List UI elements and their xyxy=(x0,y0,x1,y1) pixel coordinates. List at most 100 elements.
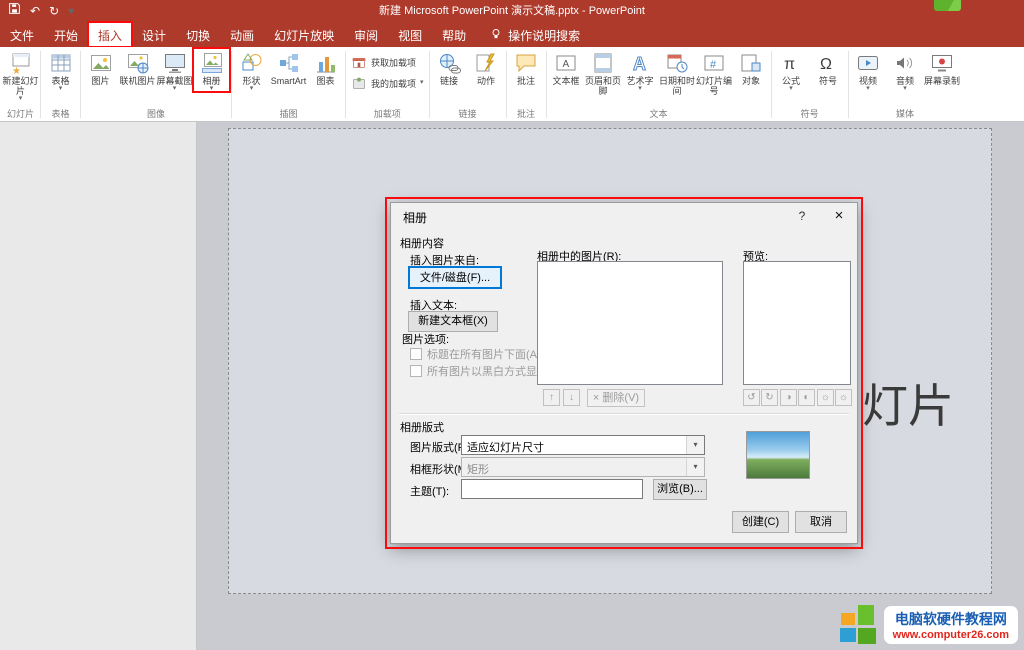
ribbon-group-slides: ★ 新建幻灯片 ▾ 幻灯片 xyxy=(2,48,39,121)
tab-insert[interactable]: 插入 xyxy=(88,22,132,47)
chart-icon xyxy=(314,51,338,75)
link-button[interactable]: 链接 xyxy=(431,48,468,86)
tab-animations[interactable]: 动画 xyxy=(220,22,264,47)
group-separator xyxy=(506,51,507,118)
table-button[interactable]: 表格 ▾ xyxy=(42,48,79,92)
my-addins-icon xyxy=(351,75,367,91)
remove-picture-button[interactable]: × 删除(V) xyxy=(587,389,645,407)
comment-button[interactable]: 批注 xyxy=(508,48,545,86)
link-icon xyxy=(437,51,461,75)
move-down-button[interactable]: ↓ xyxy=(563,389,580,406)
slide-placeholder-partial-text: 灯片 xyxy=(862,370,954,436)
ribbon-group-comments: 批注 批注 xyxy=(508,48,545,121)
album-pictures-listbox[interactable] xyxy=(537,261,723,385)
wordart-icon: A xyxy=(628,51,652,75)
shapes-button[interactable]: 形状 ▾ xyxy=(233,48,270,92)
smartart-icon xyxy=(277,51,301,75)
dialog-close-button[interactable]: × xyxy=(823,203,855,229)
dialog-title: 相册 xyxy=(403,209,427,226)
contrast-down-button[interactable]: ◐ xyxy=(798,389,815,406)
svg-text:A: A xyxy=(633,54,646,74)
equation-button[interactable]: π 公式 ▾ xyxy=(773,48,810,92)
tab-review[interactable]: 审阅 xyxy=(344,22,388,47)
picture-layout-combo[interactable]: 适应幻灯片尺寸 ▾ xyxy=(461,435,705,455)
move-up-button[interactable]: ↑ xyxy=(543,389,560,406)
new-slide-icon: ★ xyxy=(9,51,33,75)
svg-text:★: ★ xyxy=(12,66,21,75)
theme-input[interactable] xyxy=(461,479,643,499)
get-addins-button[interactable]: 获取加载项 xyxy=(351,54,416,70)
video-button[interactable]: 视频 ▾ xyxy=(850,48,887,92)
tab-slideshow[interactable]: 幻灯片放映 xyxy=(264,22,344,47)
tab-file[interactable]: 文件 xyxy=(0,22,44,47)
textbox-button[interactable]: A 文本框 xyxy=(548,48,585,86)
search-label: 操作说明搜索 xyxy=(508,27,580,44)
chevron-down-icon: ▾ xyxy=(686,436,704,454)
video-icon xyxy=(856,51,880,75)
smartart-button[interactable]: SmartArt xyxy=(270,48,307,86)
tab-view[interactable]: 视图 xyxy=(388,22,432,47)
rotate-left-button[interactable]: ↺ xyxy=(743,389,760,406)
svg-text:Ω: Ω xyxy=(820,56,832,73)
cancel-button[interactable]: 取消 xyxy=(795,511,847,533)
screen-recording-button[interactable]: 屏幕录制 xyxy=(924,48,961,86)
chevron-down-icon: ▾ xyxy=(789,86,793,92)
new-textbox-button[interactable]: 新建文本框(X) xyxy=(408,311,498,332)
rotate-right-button[interactable]: ↻ xyxy=(761,389,778,406)
slide-number-button[interactable]: # 幻灯片编号 xyxy=(696,48,733,96)
action-button[interactable]: 动作 xyxy=(468,48,505,86)
ribbon-group-images: 图片 联机图片 屏幕截图 ▾ 相册 ▾ 图像 xyxy=(82,48,230,121)
contrast-up-button[interactable]: ◑ xyxy=(780,389,797,406)
online-pictures-button[interactable]: 联机图片 xyxy=(119,48,156,86)
pictures-button[interactable]: 图片 xyxy=(82,48,119,86)
captions-checkbox-label: 标题在所有图片下面(A) xyxy=(427,346,541,362)
ribbon-group-text: A 文本框 页眉和页脚 A 艺术字 ▾ 日期和时间 # 幻灯片编号 xyxy=(548,48,770,121)
tab-help[interactable]: 帮助 xyxy=(432,22,476,47)
tell-me-search[interactable]: 操作说明搜索 xyxy=(490,22,580,47)
symbol-button[interactable]: Ω 符号 xyxy=(810,48,847,86)
picture-options-label: 图片选项: xyxy=(402,331,449,347)
online-pictures-icon xyxy=(126,51,150,75)
site-url: www.computer26.com xyxy=(893,629,1009,641)
captions-checkbox[interactable]: 标题在所有图片下面(A) xyxy=(410,346,541,362)
chevron-down-icon: ▾ xyxy=(638,86,642,92)
shapes-icon xyxy=(240,51,264,75)
tab-design[interactable]: 设计 xyxy=(132,22,176,47)
audio-button[interactable]: 音频 ▾ xyxy=(887,48,924,92)
screenshot-button[interactable]: 屏幕截图 ▾ xyxy=(156,48,193,92)
site-watermark: 电脑软硬件教程网 www.computer26.com xyxy=(840,605,1018,645)
frame-shape-combo[interactable]: 矩形 ▾ xyxy=(461,457,705,477)
chevron-down-icon: ▾ xyxy=(903,86,907,92)
date-time-icon xyxy=(665,51,689,75)
ribbon-tab-row: 文件 开始 插入 设计 切换 动画 幻灯片放映 审阅 视图 帮助 操作说明搜索 xyxy=(0,22,1024,47)
photo-album-button[interactable]: 相册 ▾ xyxy=(193,48,230,92)
header-footer-button[interactable]: 页眉和页脚 xyxy=(585,48,622,96)
file-disk-button[interactable]: 文件/磁盘(F)... xyxy=(408,266,502,289)
delete-x-icon: × xyxy=(593,392,599,404)
browse-button[interactable]: 浏览(B)... xyxy=(653,479,707,500)
tab-transitions[interactable]: 切换 xyxy=(176,22,220,47)
tab-home[interactable]: 开始 xyxy=(44,22,88,47)
lightbulb-icon xyxy=(490,27,502,44)
preview-box xyxy=(743,261,851,385)
group-separator xyxy=(771,51,772,118)
object-icon xyxy=(739,51,763,75)
header-footer-icon xyxy=(591,51,615,75)
ribbon-group-illustrations: 形状 ▾ SmartArt 图表 插图 xyxy=(233,48,344,121)
object-button[interactable]: 对象 xyxy=(733,48,770,86)
my-addins-button[interactable]: 我的加载项 ▾ xyxy=(351,75,424,91)
slide-number-icon: # xyxy=(702,51,726,75)
dialog-help-button[interactable]: ? xyxy=(787,203,817,229)
new-slide-button[interactable]: ★ 新建幻灯片 ▾ xyxy=(2,48,39,102)
wordart-button[interactable]: A 艺术字 ▾ xyxy=(622,48,659,92)
title-bar: ↶ ↻ ▾ 新建 Microsoft PowerPoint 演示文稿.pptx … xyxy=(0,0,1024,22)
slide-thumbnail-pane[interactable] xyxy=(0,121,197,650)
brightness-up-button[interactable]: ☼ xyxy=(817,389,834,406)
date-time-button[interactable]: 日期和时间 xyxy=(659,48,696,96)
checkbox-box xyxy=(410,348,422,360)
chart-button[interactable]: 图表 xyxy=(307,48,344,86)
chevron-down-icon: ▾ xyxy=(59,86,63,92)
chevron-down-icon: ▾ xyxy=(19,96,23,102)
create-button[interactable]: 创建(C) xyxy=(732,511,789,533)
brightness-down-button[interactable]: ☼ xyxy=(835,389,852,406)
